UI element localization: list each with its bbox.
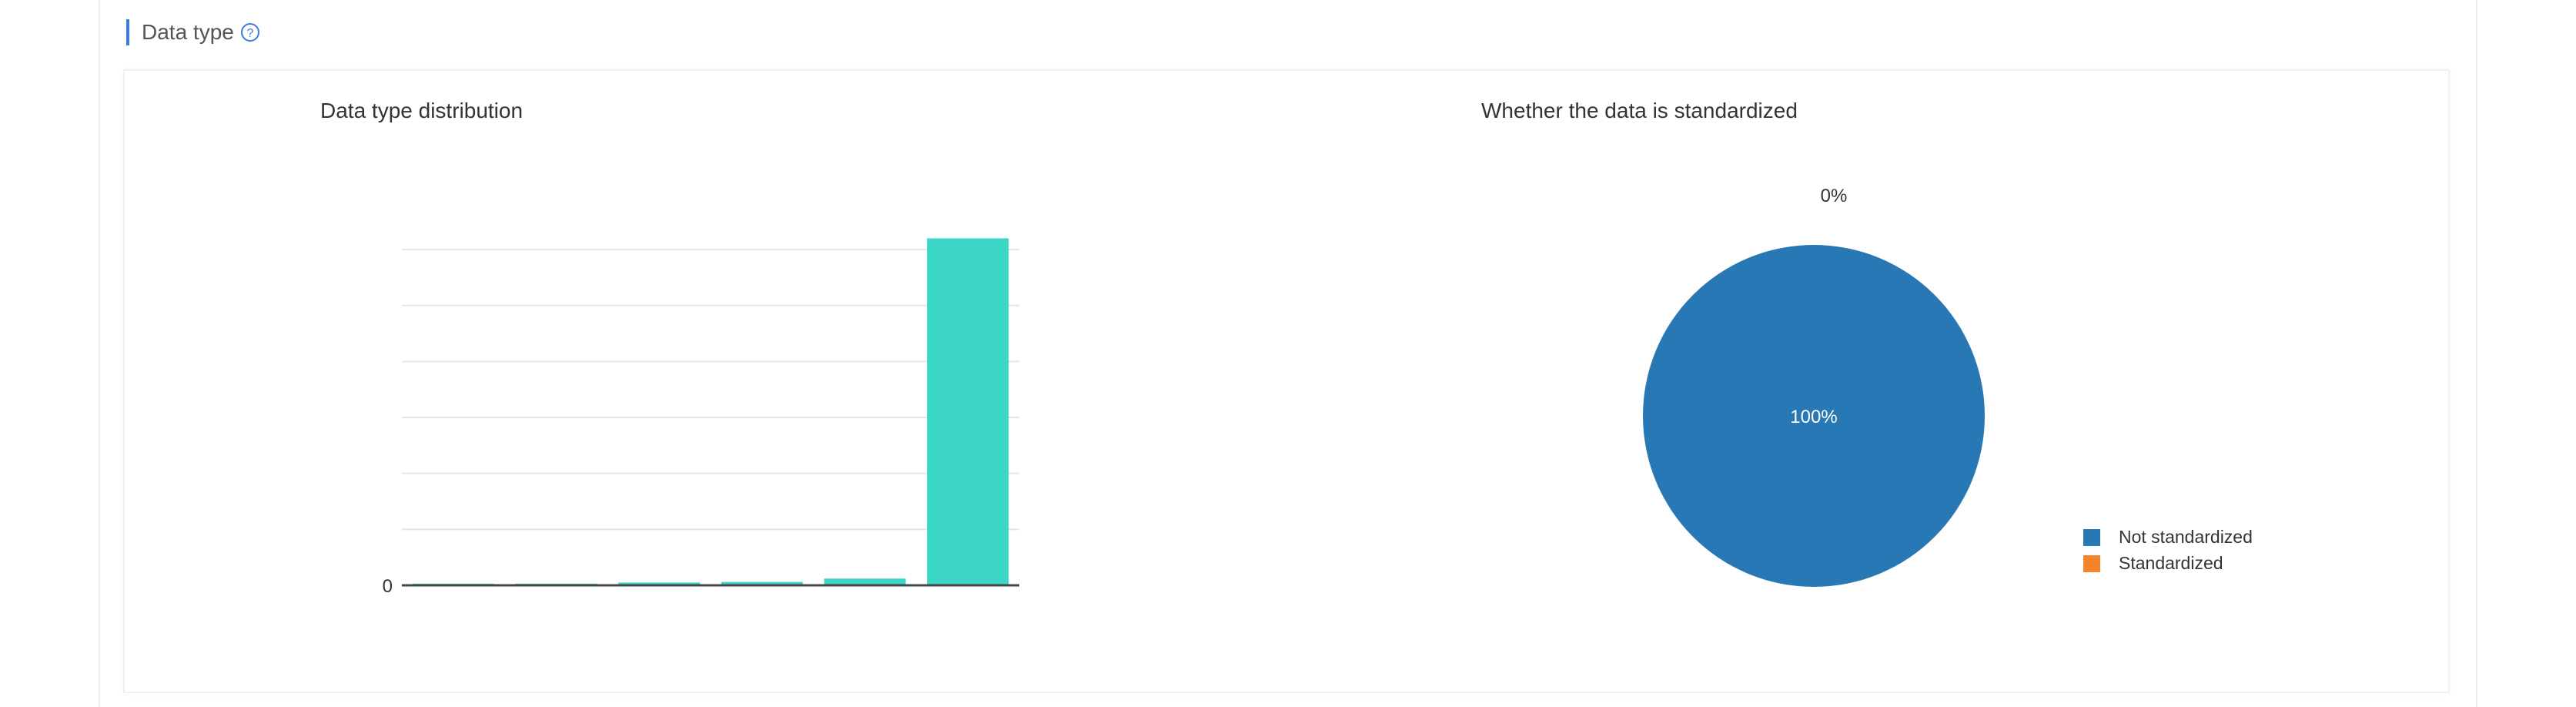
legend-swatch [2083,555,2100,572]
legend-item-standardized[interactable]: Standardized [2083,553,2223,574]
section-header: Data type ? [126,18,260,46]
legend-label: Standardized [2119,553,2223,573]
help-circle-icon[interactable]: ? [240,22,260,42]
section-accent-bar [126,19,129,45]
pie-data-label: 100% [1790,407,1837,427]
legend-item-not-standardized[interactable]: Not standardized [2083,527,2253,548]
section-title: Data type [142,20,234,44]
chart-card: Data type distribution Whether the data … [123,69,2450,693]
pie-data-label: 0% [1821,186,1848,206]
svg-text:?: ? [246,27,253,40]
legend-swatch [2083,528,2100,546]
legend-label: Not standardized [2119,527,2253,547]
pie-chart: 100% 0% [1643,186,1985,587]
